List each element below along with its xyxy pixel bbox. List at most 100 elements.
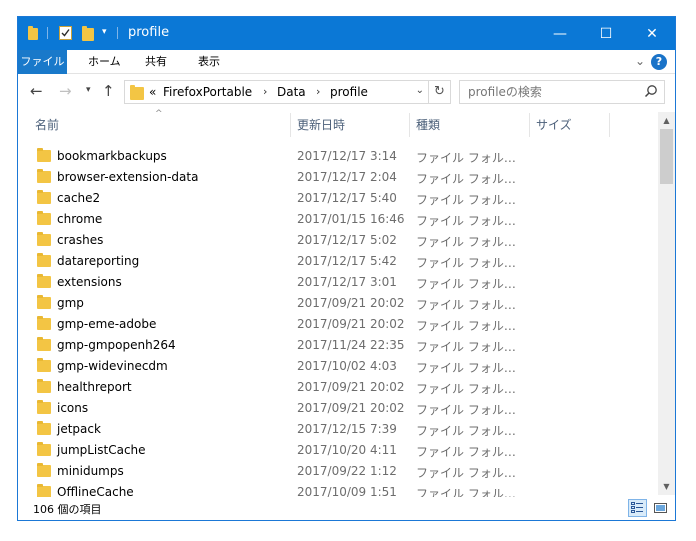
file-row[interactable]: gmp-widevinecdm 2017/10/02 4:03 ファイル フォル… [18, 356, 658, 377]
file-row[interactable]: cache2 2017/12/17 5:40 ファイル フォル… [18, 188, 658, 209]
minimize-button[interactable]: — [537, 17, 583, 50]
folder-icon [37, 442, 51, 456]
search-icon[interactable] [644, 84, 658, 98]
recent-locations-chevron-icon[interactable]: ▾ [86, 85, 91, 95]
file-type: ファイル フォル… [416, 382, 516, 396]
file-type: ファイル フォル… [416, 235, 516, 249]
file-row[interactable]: minidumps 2017/09/22 1:12 ファイル フォル… [18, 461, 658, 482]
file-modified-date: 2017/12/17 3:01 [297, 275, 397, 289]
file-name: extensions [57, 275, 122, 289]
expand-ribbon-chevron-icon[interactable]: ⌄ [635, 54, 645, 68]
file-row[interactable]: jumpListCache 2017/10/20 4:11 ファイル フォル… [18, 440, 658, 461]
large-icons-view-icon[interactable] [651, 499, 670, 517]
back-arrow-icon[interactable]: ← [30, 82, 43, 100]
explorer-window: ▾ profile — ☐ ✕ ファイル ホーム 共有 表示 ⌄ ? ← → ▾… [17, 16, 676, 521]
breadcrumb-arrow-icon[interactable]: › [316, 85, 320, 98]
up-arrow-icon[interactable]: ↑ [102, 82, 115, 100]
tab-file[interactable]: ファイル [18, 50, 67, 74]
file-type: ファイル フォル… [416, 256, 516, 270]
folder-icon [37, 211, 51, 225]
tab-share[interactable]: 共有 [135, 50, 177, 74]
file-modified-date: 2017/11/24 22:35 [297, 338, 405, 352]
file-type: ファイル フォル… [416, 424, 516, 438]
status-bar: 106 個の項目 [18, 497, 675, 520]
quick-access-dropdown-icon[interactable]: ▾ [102, 27, 107, 37]
file-row[interactable]: gmp 2017/09/21 20:02 ファイル フォル… [18, 293, 658, 314]
file-row[interactable]: icons 2017/09/21 20:02 ファイル フォル… [18, 398, 658, 419]
address-dropdown-icon[interactable]: ⌄ [416, 85, 424, 96]
breadcrumb-data[interactable]: Data [277, 85, 306, 99]
file-type: ファイル フォル… [416, 193, 516, 207]
file-modified-date: 2017/09/21 20:02 [297, 401, 405, 415]
file-type: ファイル フォル… [416, 172, 516, 186]
file-name: gmp-eme-adobe [57, 317, 157, 331]
file-modified-date: 2017/12/15 7:39 [297, 422, 397, 436]
address-folder-icon [130, 85, 144, 100]
file-row[interactable]: extensions 2017/12/17 3:01 ファイル フォル… [18, 272, 658, 293]
file-type: ファイル フォル… [416, 403, 516, 417]
file-row[interactable]: bookmarkbackups 2017/12/17 3:14 ファイル フォル… [18, 146, 658, 167]
breadcrumb-overflow[interactable]: « [149, 85, 156, 99]
file-row[interactable]: chrome 2017/01/15 16:46 ファイル フォル… [18, 209, 658, 230]
file-modified-date: 2017/10/02 4:03 [297, 359, 397, 373]
file-modified-date: 2017/09/21 20:02 [297, 317, 405, 331]
folder-icon [37, 274, 51, 288]
column-header-type[interactable]: 種類 [410, 113, 530, 137]
file-name: crashes [57, 233, 104, 247]
breadcrumb-arrow-icon[interactable]: › [263, 85, 267, 98]
scroll-up-icon[interactable]: ▲ [658, 112, 675, 129]
vertical-scrollbar[interactable]: ▲ ▼ [658, 112, 675, 495]
file-row[interactable]: crashes 2017/12/17 5:02 ファイル フォル… [18, 230, 658, 251]
close-button[interactable]: ✕ [629, 17, 675, 50]
file-row[interactable]: jetpack 2017/12/15 7:39 ファイル フォル… [18, 419, 658, 440]
folder-icon [37, 400, 51, 414]
file-name: icons [57, 401, 89, 415]
scrollbar-thumb[interactable] [660, 129, 673, 184]
help-icon[interactable]: ? [651, 54, 667, 70]
search-box[interactable] [459, 80, 665, 104]
file-row[interactable]: gmp-gmpopenh264 2017/11/24 22:35 ファイル フォル… [18, 335, 658, 356]
file-modified-date: 2017/12/17 2:04 [297, 170, 397, 184]
forward-arrow-icon[interactable]: → [59, 82, 72, 100]
file-name: jetpack [57, 422, 101, 436]
file-name: datareporting [57, 254, 140, 268]
title-bar[interactable]: ▾ profile — ☐ ✕ [18, 17, 675, 50]
maximize-button[interactable]: ☐ [583, 17, 629, 50]
navigation-bar: ← → ▾ ↑ « FirefoxPortable › Data › profi… [18, 75, 675, 108]
file-type: ファイル フォル… [416, 445, 516, 459]
file-name: gmp [57, 296, 84, 310]
file-row[interactable]: browser-extension-data 2017/12/17 2:04 ファイ… [18, 167, 658, 188]
file-row[interactable]: datareporting 2017/12/17 5:42 ファイル フォル… [18, 251, 658, 272]
breadcrumb-profile[interactable]: profile [330, 85, 368, 99]
column-header-modified[interactable]: 更新日時 [291, 113, 409, 137]
tab-view[interactable]: 表示 [188, 50, 230, 74]
folder-icon [37, 169, 51, 183]
properties-icon[interactable] [59, 25, 72, 43]
scroll-down-icon[interactable]: ▼ [658, 478, 675, 495]
file-row[interactable]: healthreport 2017/09/21 20:02 ファイル フォル… [18, 377, 658, 398]
breadcrumb-firefoxportable[interactable]: FirefoxPortable [163, 85, 252, 99]
column-header-size[interactable]: サイズ [530, 113, 609, 137]
file-name: healthreport [57, 380, 132, 394]
file-name: bookmarkbackups [57, 149, 167, 163]
file-modified-date: 2017/12/17 3:14 [297, 149, 397, 163]
search-input[interactable] [460, 81, 640, 103]
file-modified-date: 2017/12/17 5:02 [297, 233, 397, 247]
file-name: browser-extension-data [57, 170, 199, 184]
column-header-name[interactable]: 名前 [29, 113, 291, 137]
file-row[interactable]: gmp-eme-adobe 2017/09/21 20:02 ファイル フォル… [18, 314, 658, 335]
file-name: jumpListCache [57, 443, 146, 457]
file-modified-date: 2017/12/17 5:42 [297, 254, 397, 268]
window-title: profile [128, 25, 170, 40]
tab-home[interactable]: ホーム [78, 50, 131, 74]
details-view-icon[interactable] [628, 499, 647, 517]
file-type: ファイル フォル… [416, 151, 516, 165]
file-name: gmp-widevinecdm [57, 359, 168, 373]
address-bar[interactable]: « FirefoxPortable › Data › profile ⌄ [124, 80, 429, 104]
folder-icon [37, 232, 51, 246]
refresh-icon[interactable]: ↻ [429, 80, 451, 104]
file-modified-date: 2017/12/17 5:40 [297, 191, 397, 205]
file-modified-date: 2017/09/22 1:12 [297, 464, 397, 478]
file-type: ファイル フォル… [416, 319, 516, 333]
file-type: ファイル フォル… [416, 298, 516, 312]
